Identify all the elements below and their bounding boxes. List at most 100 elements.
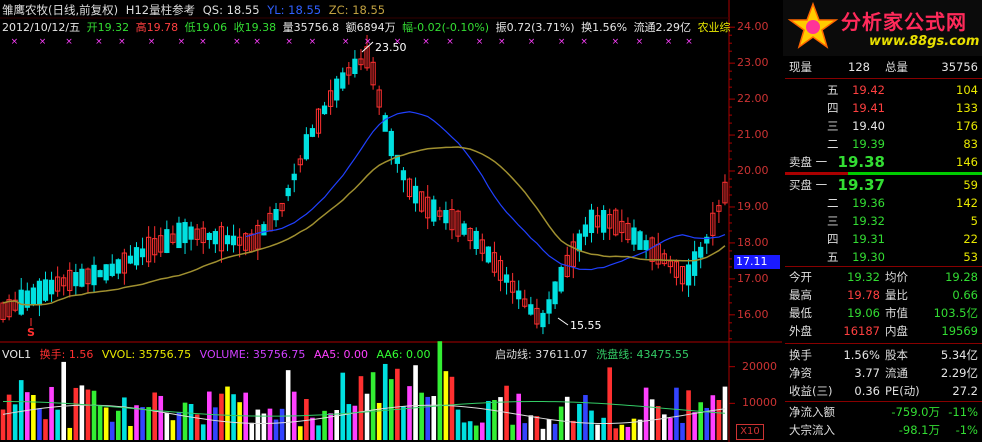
sell-level-5: 五 19.42 104 — [785, 82, 980, 99]
signal-marker: × — [558, 37, 566, 47]
signal-marker: × — [95, 37, 103, 47]
vol-vvol: VVOL: 35756.75 — [101, 348, 192, 361]
volume-bar — [674, 387, 679, 440]
vol-huanshou: 换手: 1.56 — [39, 348, 94, 361]
volume-bar — [146, 407, 151, 440]
sell-volume: 176 — [956, 119, 978, 133]
stats2-row: 换手 1.56% 股本 5.34亿 — [785, 347, 980, 364]
volume-bar — [643, 387, 649, 440]
bid-ask-ratio-bar — [848, 172, 982, 175]
candle-body — [321, 105, 328, 115]
stat-value: 103.5亿 — [933, 306, 978, 320]
stat-label: 量比 — [885, 288, 908, 302]
stat-label: 换手 — [789, 348, 812, 362]
zongliang-label: 总量 — [885, 60, 908, 74]
candle-body — [303, 134, 309, 160]
volume-bar — [158, 395, 164, 440]
quote-low: 低19.06 — [184, 21, 228, 34]
candle-body — [546, 299, 552, 314]
stat-label: 净资 — [789, 366, 812, 380]
stats-row: 最低 19.06 市值 103.5亿 — [785, 305, 980, 322]
signal-marker: × — [342, 37, 350, 47]
candle-body — [528, 304, 534, 315]
sell-level-label: 二 — [827, 137, 839, 151]
buy-price: 19.32 — [852, 214, 885, 228]
volume-bar — [425, 396, 431, 440]
volume-bar — [583, 395, 588, 440]
volume-bar — [668, 418, 673, 440]
volume-bar — [540, 428, 546, 440]
price-tick-label: 23.00 — [737, 56, 769, 70]
volume-bar — [710, 395, 716, 440]
zoom-x10-button[interactable]: X10 — [736, 424, 764, 440]
logo-url[interactable]: www.88gs.com — [869, 34, 979, 49]
buy-level-label: 四 — [827, 232, 839, 246]
volume-bar — [152, 392, 158, 440]
volume-bar — [73, 387, 79, 440]
volume-bar — [570, 420, 576, 440]
volume-bar — [18, 380, 24, 440]
stat-value: 19569 — [941, 324, 978, 338]
volume-bar — [109, 421, 115, 440]
quote-vol: 量35756.8 — [282, 21, 340, 34]
volume-bar — [589, 410, 594, 440]
flow-value: -759.0万 — [891, 405, 940, 419]
sell-price: 19.39 — [852, 137, 885, 151]
price-tick-label: 18.00 — [737, 235, 769, 249]
volume-bar — [279, 408, 285, 440]
buy-level-5: 五 19.30 53 — [785, 249, 980, 266]
volume-bar — [255, 409, 261, 440]
buy-level-2: 二 19.36 142 — [785, 195, 980, 212]
volume-bar — [219, 393, 224, 440]
volume-bar — [510, 424, 515, 440]
candle-body — [30, 287, 36, 305]
volume-bar — [473, 425, 479, 440]
volume-bar — [231, 394, 236, 440]
vol-tick-label: 20000 — [742, 359, 777, 373]
candle-body — [97, 270, 103, 278]
stat-value: 27.2 — [952, 384, 978, 398]
volume-bar — [297, 426, 303, 440]
xianliang-label: 现量 — [789, 60, 812, 74]
stat-label: 收益(三) — [789, 384, 833, 398]
candle-body — [127, 255, 134, 264]
volume-bar — [680, 422, 685, 440]
vol-ma-green — [3, 400, 726, 417]
high-annotation: 23.50 — [375, 41, 407, 54]
volume-bar — [122, 397, 127, 440]
candle-body — [382, 115, 388, 132]
candle-body — [388, 130, 394, 157]
current-price-tag: 17.11 — [734, 255, 780, 269]
buy-volume: 59 — [963, 178, 978, 192]
candle-body — [206, 232, 212, 241]
signal-marker: × — [422, 37, 430, 47]
volume-bar — [225, 386, 230, 440]
candle-body — [685, 264, 692, 286]
signal-marker: × — [685, 37, 693, 47]
signal-marker: × — [39, 37, 47, 47]
candle-body — [352, 58, 358, 75]
flow-value: -98.1万 — [898, 423, 940, 437]
sell-level-label: 五 — [827, 83, 839, 97]
volume-bar — [200, 424, 206, 440]
buy-level-label: 五 — [827, 250, 839, 264]
candle-body — [42, 279, 49, 301]
stats-row: 最高 19.78 量比 0.66 — [785, 287, 980, 304]
candle-body — [18, 289, 24, 315]
vol-volume: VOLUME: 35756.75 — [199, 348, 306, 361]
candle-body — [485, 246, 491, 263]
site-logo: 分析家公式网 www.88gs.com — [783, 0, 982, 56]
volume-bar — [479, 422, 485, 440]
flow-row: 大宗流入 -98.1万 -1% — [785, 422, 980, 439]
volume-bar — [188, 403, 194, 440]
candle-body — [552, 281, 558, 305]
quote-open: 开19.32 — [86, 21, 130, 34]
sell-level-4: 四 19.41 133 — [785, 100, 980, 117]
candle-body — [176, 222, 182, 249]
sell-price: 19.42 — [852, 83, 885, 97]
stat-label: 外盘 — [789, 324, 812, 338]
volume-bar — [413, 365, 418, 440]
stats2-row: 净资 3.77 流通 2.29亿 — [785, 365, 980, 382]
flow-pct: -11% — [948, 405, 978, 419]
sell-price: 19.41 — [852, 101, 885, 115]
